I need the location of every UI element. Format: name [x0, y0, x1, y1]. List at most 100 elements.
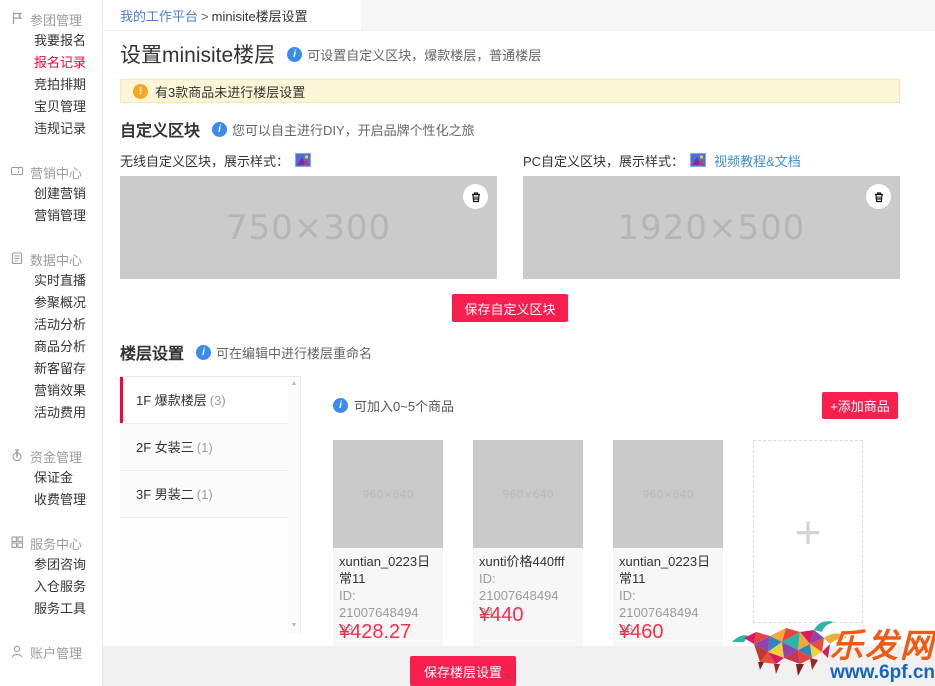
sidebar-item-item-manage[interactable]: 宝贝管理 [10, 96, 102, 118]
sidebar-item-live[interactable]: 实时直播 [10, 270, 102, 292]
info-icon: i [287, 47, 302, 62]
info-icon: i [333, 398, 348, 413]
sidebar-item-product-analysis[interactable]: 商品分析 [10, 336, 102, 358]
sidebar-item-consult[interactable]: 参团咨询 [10, 554, 102, 576]
add-product-slot[interactable]: + [753, 440, 863, 623]
floor-section-header: 楼层设置 i 可在编辑中进行楼层重命名 [103, 322, 935, 364]
product-card[interactable]: 960×640 xuntian_0223日常11 ID: 21007648494… [613, 440, 723, 649]
sidebar-item-marketing-manage[interactable]: 营销管理 [10, 205, 102, 227]
custom-section-title: 自定义区块 [120, 117, 200, 141]
sidebar-group-label: 资金管理 [30, 447, 82, 466]
pc-block-label: PC自定义区块，展示样式： [523, 151, 684, 170]
product-title: xuntian_0223日常11 [339, 553, 437, 587]
product-title: xuntian_0223日常11 [619, 553, 717, 587]
sidebar-item-create-marketing[interactable]: 创建营销 [10, 183, 102, 205]
sidebar-item-overview[interactable]: 参聚概况 [10, 292, 102, 314]
app-window: 参团管理 我要报名 报名记录 竞拍排期 宝贝管理 违规记录 营销中心 创建营销 … [0, 0, 935, 686]
sidebar-item-activity-cost[interactable]: 活动费用 [10, 402, 102, 424]
sidebar-item-activity-analysis[interactable]: 活动分析 [10, 314, 102, 336]
sidebar-item-service-tools[interactable]: 服务工具 [10, 598, 102, 620]
product-image: 960×640 [613, 440, 723, 548]
money-icon [10, 448, 24, 465]
product-price: ¥440 [479, 604, 577, 626]
save-custom-blocks-button[interactable]: 保存自定义区块 [452, 294, 568, 322]
custom-section-header: 自定义区块 i 您可以自主进行DIY，开启品牌个性化之旅 [103, 103, 935, 141]
product-card[interactable]: 960×640 xuntian_0223日常11 ID: 21007648494… [333, 440, 443, 649]
breadcrumb-home-link[interactable]: 我的工作平台 [120, 9, 198, 24]
user-icon [10, 644, 24, 661]
product-card[interactable]: 960×640 xunti价格440fff ID: 21007648494 34… [473, 440, 583, 649]
product-image: 960×640 [473, 440, 583, 548]
delete-wireless-block-button[interactable] [463, 184, 488, 209]
sidebar-item-fee-manage[interactable]: 收费管理 [10, 489, 102, 511]
report-icon [10, 251, 24, 268]
watermark-site-name: 乐发网 [830, 630, 935, 662]
pc-upload-area[interactable]: 1920×500 [523, 176, 900, 279]
sidebar-item-apply-records[interactable]: 报名记录 [10, 52, 102, 74]
sidebar-group-data: 数据中心 实时直播 参聚概况 活动分析 商品分析 新客留存 营销效果 活动费用 [10, 248, 102, 424]
sidebar-group-label: 账户管理 [30, 643, 82, 662]
scroll-down-icon[interactable]: ▼ [291, 622, 298, 630]
sidebar-group-label: 数据中心 [30, 250, 82, 269]
floor-tab-count: (1) [197, 487, 213, 502]
sidebar-item-warehouse[interactable]: 入仓服务 [10, 576, 102, 598]
custom-section-info: 您可以自主进行DIY，开启品牌个性化之旅 [232, 120, 475, 139]
sidebar-group-label: 营销中心 [30, 163, 82, 182]
page-subtitle: 可设置自定义区块，爆款楼层，普通楼层 [307, 45, 541, 64]
wireless-block-label: 无线自定义区块，展示样式： [120, 151, 289, 170]
wireless-upload-area[interactable]: 750×300 [120, 176, 497, 279]
sidebar-group-funds: 资金管理 保证金 收费管理 [10, 445, 102, 511]
product-id: ID: 21007648494 [479, 570, 577, 604]
product-price: ¥428.27 [339, 621, 437, 643]
capacity-hint: 可加入0~5个商品 [354, 396, 454, 415]
style-preview-icon[interactable] [295, 153, 311, 168]
add-product-button[interactable]: +添加商品 [822, 392, 898, 419]
main-content: 我的工作平台>minisite楼层设置 设置minisite楼层 i 可设置自定… [103, 0, 935, 686]
sidebar-item-marketing-effect[interactable]: 营销效果 [10, 380, 102, 402]
warning-text: 有3款商品未进行楼层设置 [155, 82, 305, 101]
info-icon: i [196, 345, 211, 360]
product-id: ID: 21007648494 [619, 587, 717, 621]
product-image: 960×640 [333, 440, 443, 548]
scroll-up-icon[interactable]: ▲ [291, 380, 298, 388]
sidebar-item-deposit[interactable]: 保证金 [10, 467, 102, 489]
style-preview-icon[interactable] [690, 153, 706, 168]
page-title: 设置minisite楼层 [120, 39, 275, 69]
sidebar-group-label: 参团管理 [30, 10, 82, 29]
breadcrumb-current: minisite楼层设置 [212, 9, 308, 24]
sidebar-item-apply[interactable]: 我要报名 [10, 30, 102, 52]
flag-icon [10, 11, 24, 28]
floor-tab-2f[interactable]: 2F 女装三(1) [120, 424, 288, 471]
footer-strip: 保存楼层设置 [103, 646, 935, 686]
watermark: 乐发网 www.6pf.cn [730, 618, 935, 683]
info-icon: i [212, 122, 227, 137]
floor-section-title: 楼层设置 [120, 340, 184, 364]
floor-tab-1f[interactable]: 1F 爆款楼层(3) [120, 377, 288, 424]
sidebar-group-service: 服务中心 参团咨询 入仓服务 服务工具 [10, 532, 102, 620]
warning-banner: ! 有3款商品未进行楼层设置 [120, 79, 900, 103]
floor-tab-scrollbar[interactable]: ▲ ▼ [288, 376, 301, 633]
sidebar-item-violation-records[interactable]: 违规记录 [10, 118, 102, 140]
floor-tab-3f[interactable]: 3F 男装二(1) [120, 471, 288, 518]
breadcrumb: 我的工作平台>minisite楼层设置 [103, 0, 935, 31]
page-title-row: 设置minisite楼层 i 可设置自定义区块，爆款楼层，普通楼层 [103, 31, 935, 69]
sidebar-group-join: 参团管理 我要报名 报名记录 竞拍排期 宝贝管理 违规记录 [10, 8, 102, 140]
delete-pc-block-button[interactable] [866, 184, 891, 209]
video-tutorial-link[interactable]: 视频教程&文档 [714, 151, 801, 170]
plus-icon: + [795, 512, 822, 552]
warning-icon: ! [133, 84, 148, 99]
grid-icon [10, 535, 24, 552]
product-title: xunti价格440fff [479, 553, 577, 570]
sidebar-group-account: 账户管理 [10, 641, 102, 663]
floor-tab-list: 1F 爆款楼层(3) 2F 女装三(1) 3F 男装二(1) [120, 376, 288, 633]
sidebar-item-auction-schedule[interactable]: 竞拍排期 [10, 74, 102, 96]
sidebar: 参团管理 我要报名 报名记录 竞拍排期 宝贝管理 违规记录 营销中心 创建营销 … [0, 0, 103, 686]
product-id: ID: 21007648494 [339, 587, 437, 621]
floor-tab-count: (3) [210, 393, 226, 408]
save-floor-settings-button[interactable]: 保存楼层设置 [410, 656, 516, 686]
floor-content: i 可加入0~5个商品 +添加商品 960×640 xuntian_0223日常… [301, 376, 900, 633]
sidebar-item-new-customer[interactable]: 新客留存 [10, 358, 102, 380]
breadcrumb-separator: > [201, 9, 209, 24]
watermark-url: www.6pf.cn [830, 662, 935, 683]
ticket-icon [10, 164, 24, 181]
